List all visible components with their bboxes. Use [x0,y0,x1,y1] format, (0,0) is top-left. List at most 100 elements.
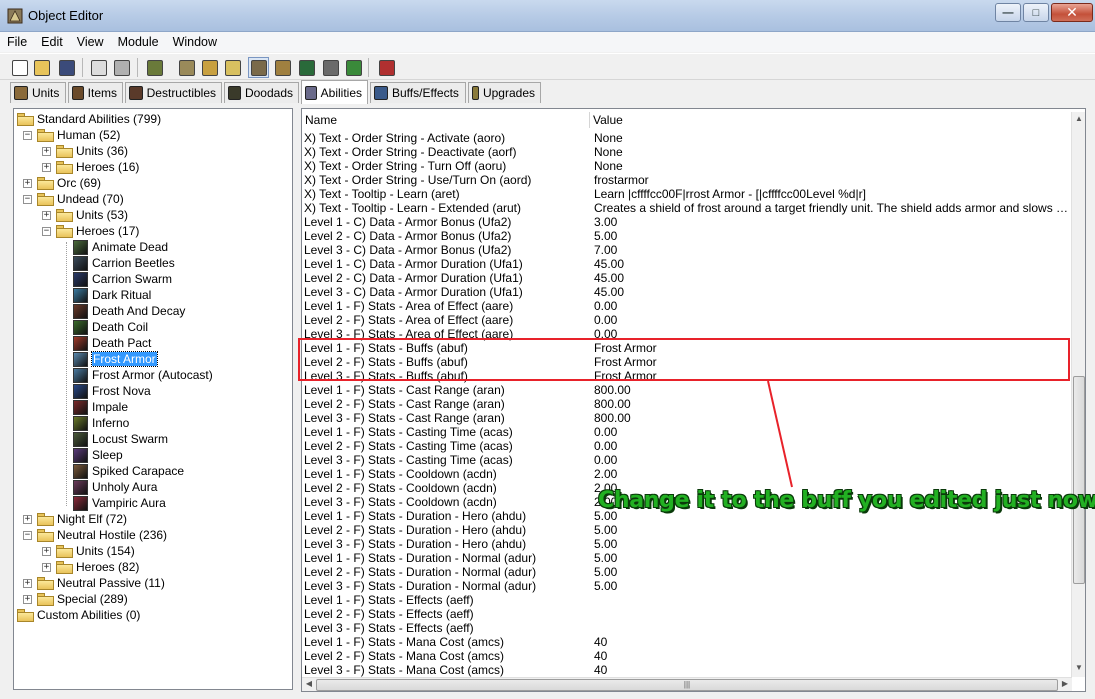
field-value-cell[interactable]: 800.00 [594,411,1069,425]
tab-buffs-effects[interactable]: Buffs/Effects [370,82,466,103]
paste-button[interactable] [111,57,132,78]
field-value-cell[interactable]: Creates a shield of frost around a targe… [594,201,1069,215]
grid-row[interactable]: X) Text - Order String - Use/Turn On (ao… [302,173,1072,187]
grid-row[interactable]: Level 2 - F) Stats - Cast Range (aran) 80… [302,397,1072,411]
tree-ability-item[interactable]: Dark Ritual [73,287,151,303]
ai-editor-button[interactable] [199,57,220,78]
field-value-cell[interactable]: 40 [594,663,1069,677]
grid-row[interactable]: Level 1 - F) Stats - Cooldown (acdn) 2.00 [302,467,1072,481]
menu-module[interactable]: Module [118,35,159,49]
tree-folder[interactable]: Heroes (17) [56,223,139,239]
grid-row[interactable]: Level 3 - F) Stats - Duration - Normal (… [302,579,1072,593]
grid-row[interactable]: Level 2 - C) Data - Armor Bonus (Ufa2) 5.… [302,229,1072,243]
expand-icon[interactable]: + [23,179,32,188]
menu-window[interactable]: Window [173,35,217,49]
field-value-cell[interactable]: 5.00 [594,229,1069,243]
grid-row[interactable]: Level 2 - F) Stats - Buffs (abuf) Frost A… [302,355,1072,369]
grid-row[interactable]: X) Text - Tooltip - Learn - Extended (ar… [302,201,1072,215]
field-value-cell[interactable]: 45.00 [594,271,1069,285]
tab-abilities[interactable]: Abilities [301,80,368,104]
tab-items[interactable]: Items [68,82,123,103]
tab-upgrades[interactable]: Upgrades [468,82,541,103]
tree-folder[interactable]: Units (154) [56,543,135,559]
field-value-cell[interactable]: 5.00 [594,565,1069,579]
grid-row[interactable]: Level 1 - C) Data - Armor Duration (Ufa1… [302,257,1072,271]
collapse-icon[interactable]: − [23,131,32,140]
minimize-button[interactable]: — [995,3,1021,22]
grid-row[interactable]: Level 1 - F) Stats - Duration - Normal (… [302,551,1072,565]
field-value-cell[interactable]: 800.00 [594,397,1069,411]
field-value-cell[interactable]: 0.00 [594,299,1069,313]
grid-row[interactable]: Level 1 - F) Stats - Cast Range (aran) 80… [302,383,1072,397]
tree-ability-item[interactable]: Unholy Aura [73,479,157,495]
tree-ability-item[interactable]: Locust Swarm [73,431,168,447]
vertical-scrollbar[interactable]: ▲ ▼ [1071,112,1085,677]
campaign-editor-button[interactable] [272,57,293,78]
scroll-right-icon[interactable]: ▶ [1059,679,1071,688]
field-value-cell[interactable]: 5.00 [594,551,1069,565]
header-name[interactable]: Name [302,112,590,128]
tab-units[interactable]: Units [10,82,66,103]
grid-row[interactable]: Level 2 - F) Stats - Effects (aeff) [302,607,1072,621]
tree-ability-item[interactable]: Frost Nova [73,383,151,399]
grid-row[interactable]: Level 2 - F) Stats - Duration - Normal (… [302,565,1072,579]
tree-folder[interactable]: Units (36) [56,143,128,159]
object-manager-button[interactable] [320,57,341,78]
grid-row[interactable]: Level 2 - F) Stats - Casting Time (acas)… [302,439,1072,453]
grid-row[interactable]: Level 2 - F) Stats - Mana Cost (amcs) 40 [302,649,1072,663]
grid-row[interactable]: X) Text - Order String - Activate (aoro)… [302,131,1072,145]
field-value-cell[interactable]: 0.00 [594,313,1069,327]
field-value-cell[interactable]: Frost Armor [594,369,1069,383]
tree-folder[interactable]: Night Elf (72) [37,511,127,527]
grid-row[interactable]: Level 2 - F) Stats - Area of Effect (aar… [302,313,1072,327]
grid-row[interactable]: Level 3 - C) Data - Armor Duration (Ufa1… [302,285,1072,299]
tab-doodads[interactable]: Doodads [224,82,299,103]
field-value-cell[interactable]: None [594,159,1069,173]
tree-folder[interactable]: Neutral Hostile (236) [37,527,167,543]
save-button[interactable] [56,57,77,78]
grid-row[interactable]: X) Text - Order String - Turn Off (aoru)… [302,159,1072,173]
field-value-cell[interactable]: 40 [594,649,1069,663]
tree-ability-item[interactable]: Carrion Beetles [73,255,175,271]
grid-row[interactable]: Level 3 - C) Data - Armor Bonus (Ufa2) 7.… [302,243,1072,257]
terrain-editor-button[interactable] [144,57,165,78]
field-value-cell[interactable]: 45.00 [594,257,1069,271]
tree-folder[interactable]: Standard Abilities (799) [17,111,161,127]
grid-row[interactable]: Level 1 - F) Stats - Area of Effect (aar… [302,299,1072,313]
field-value-cell[interactable]: 5.00 [594,537,1069,551]
sound-editor-button[interactable] [222,57,243,78]
grid-row[interactable]: Level 2 - F) Stats - Duration - Hero (ah… [302,523,1072,537]
menu-edit[interactable]: Edit [41,35,63,49]
field-value-cell[interactable]: 0.00 [594,327,1069,341]
collapse-icon[interactable]: − [42,227,51,236]
expand-icon[interactable]: + [42,547,51,556]
tree-ability-item[interactable]: Inferno [73,415,129,431]
expand-icon[interactable]: + [42,163,51,172]
header-value[interactable]: Value [590,112,1072,128]
grid-row[interactable]: Level 1 - F) Stats - Casting Time (acas)… [302,425,1072,439]
grid-row[interactable]: Level 3 - F) Stats - Cast Range (aran) 80… [302,411,1072,425]
maximize-button[interactable]: □ [1023,3,1049,22]
tree-folder[interactable]: Orc (69) [37,175,101,191]
tree-folder[interactable]: Units (53) [56,207,128,223]
tree-folder[interactable]: Undead (70) [37,191,124,207]
tree-ability-item[interactable]: Death Coil [73,319,148,335]
tree-ability-item[interactable]: Death Pact [73,335,151,351]
field-value-cell[interactable]: None [594,145,1069,159]
tree-ability-item[interactable]: Sleep [73,447,123,463]
field-value-cell[interactable]: 40 [594,635,1069,649]
new-button[interactable] [9,57,30,78]
import-manager-button[interactable] [296,57,317,78]
scroll-left-icon[interactable]: ◀ [303,679,315,688]
field-value-cell[interactable]: 45.00 [594,285,1069,299]
grid-row[interactable]: Level 3 - F) Stats - Area of Effect (aar… [302,327,1072,341]
collapse-icon[interactable]: − [23,195,32,204]
grid-row[interactable]: Level 1 - C) Data - Armor Bonus (Ufa2) 3.… [302,215,1072,229]
grid-row[interactable]: Level 3 - F) Stats - Effects (aeff) [302,621,1072,635]
grid-row[interactable]: X) Text - Tooltip - Learn (aret) Learn |c… [302,187,1072,201]
object-editor-button[interactable] [248,57,269,78]
tree-folder[interactable]: Heroes (82) [56,559,139,575]
grid-row[interactable]: Level 2 - C) Data - Armor Duration (Ufa1… [302,271,1072,285]
expand-icon[interactable]: + [23,579,32,588]
ability-tree[interactable]: Standard Abilities (799) − Human (52) + Unit… [13,108,293,690]
